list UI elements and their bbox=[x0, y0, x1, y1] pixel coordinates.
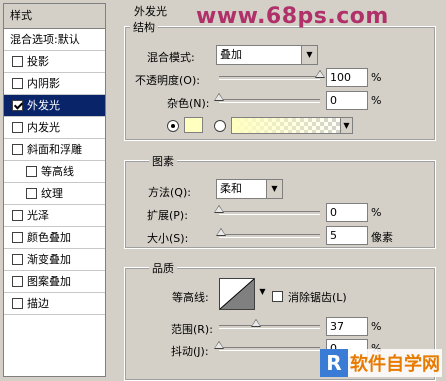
style-item-checkbox[interactable] bbox=[12, 210, 23, 221]
spread-slider[interactable] bbox=[219, 211, 320, 215]
logo-mark: R bbox=[320, 349, 348, 377]
contour-picker[interactable] bbox=[219, 278, 255, 310]
spread-label: 扩展(P): bbox=[147, 209, 188, 222]
glow-color-swatch[interactable] bbox=[184, 117, 203, 133]
contour-label: 等高线: bbox=[172, 291, 209, 304]
style-item-checkbox[interactable] bbox=[12, 100, 23, 111]
solid-color-radio[interactable] bbox=[167, 120, 179, 132]
gradient-radio[interactable] bbox=[214, 120, 226, 132]
style-item-checkbox[interactable] bbox=[12, 232, 23, 243]
style-item-label: 渐变叠加 bbox=[27, 253, 71, 266]
style-item[interactable]: 外发光 bbox=[4, 95, 105, 117]
noise-field[interactable]: 0 bbox=[326, 91, 368, 110]
style-item-checkbox[interactable] bbox=[12, 56, 23, 67]
range-field[interactable]: 37 bbox=[326, 317, 368, 336]
styles-header[interactable]: 样式 bbox=[4, 4, 105, 29]
style-item-label: 内发光 bbox=[27, 121, 60, 134]
opacity-slider[interactable] bbox=[219, 76, 320, 80]
style-item-checkbox[interactable] bbox=[26, 188, 37, 199]
range-label: 范围(R): bbox=[171, 323, 213, 336]
chevron-down-icon: ▼ bbox=[340, 118, 352, 133]
range-slider-thumb[interactable] bbox=[251, 319, 262, 327]
jitter-slider[interactable] bbox=[219, 347, 320, 351]
blend-options-item[interactable]: 混合选项:默认 bbox=[4, 29, 105, 51]
range-unit: % bbox=[371, 320, 382, 333]
quality-title: 品质 bbox=[149, 260, 177, 276]
site-watermark: www.68ps.com bbox=[196, 4, 389, 29]
style-item-checkbox[interactable] bbox=[12, 254, 23, 265]
style-item-label: 光泽 bbox=[27, 209, 49, 222]
style-item[interactable]: 等高线 bbox=[4, 161, 105, 183]
size-label: 大小(S): bbox=[147, 232, 189, 245]
blend-mode-select[interactable]: 叠加 ▼ bbox=[216, 45, 318, 65]
noise-unit: % bbox=[371, 94, 382, 107]
chevron-down-icon: ▼ bbox=[266, 180, 282, 198]
antialias-label: 消除锯齿(L) bbox=[288, 291, 347, 304]
style-item-checkbox[interactable] bbox=[12, 122, 23, 133]
style-item-label: 颜色叠加 bbox=[27, 231, 71, 244]
style-item-checkbox[interactable] bbox=[12, 276, 23, 287]
jitter-label: 抖动(J): bbox=[171, 345, 209, 358]
style-item[interactable]: 投影 bbox=[4, 51, 105, 73]
style-item-checkbox[interactable] bbox=[12, 144, 23, 155]
spread-field[interactable]: 0 bbox=[326, 203, 368, 222]
style-item[interactable]: 内发光 bbox=[4, 117, 105, 139]
contour-chevron-down-icon[interactable]: ▼ bbox=[257, 287, 268, 303]
style-item[interactable]: 内阴影 bbox=[4, 73, 105, 95]
style-item[interactable]: 纹理 bbox=[4, 183, 105, 205]
size-unit: 像素 bbox=[371, 231, 393, 244]
technique-select[interactable]: 柔和 ▼ bbox=[216, 179, 283, 199]
site-logo: R 软件自学网 bbox=[320, 349, 442, 377]
opacity-field[interactable]: 100 bbox=[326, 68, 368, 87]
logo-text: 软件自学网 bbox=[350, 354, 440, 375]
style-item-checkbox[interactable] bbox=[26, 166, 37, 177]
style-item-label: 斜面和浮雕 bbox=[27, 143, 82, 156]
style-item-label: 内阴影 bbox=[27, 77, 60, 90]
style-item[interactable]: 光泽 bbox=[4, 205, 105, 227]
style-item[interactable]: 图案叠加 bbox=[4, 271, 105, 293]
blend-mode-label: 混合模式: bbox=[147, 51, 195, 64]
size-slider[interactable] bbox=[219, 234, 320, 238]
outer-glow-title: 外发光 bbox=[134, 5, 167, 18]
style-item-label: 图案叠加 bbox=[27, 275, 71, 288]
range-slider[interactable] bbox=[219, 325, 320, 329]
style-item[interactable]: 斜面和浮雕 bbox=[4, 139, 105, 161]
blend-mode-value: 叠加 bbox=[220, 48, 242, 61]
style-item[interactable]: 描边 bbox=[4, 293, 105, 315]
style-item-label: 投影 bbox=[27, 55, 49, 68]
chevron-down-icon: ▼ bbox=[301, 46, 317, 64]
style-item-checkbox[interactable] bbox=[12, 298, 23, 309]
spread-slider-thumb[interactable] bbox=[214, 205, 224, 213]
noise-label: 杂色(N): bbox=[167, 97, 210, 110]
style-item-checkbox[interactable] bbox=[12, 78, 23, 89]
noise-slider[interactable] bbox=[219, 99, 320, 103]
spread-unit: % bbox=[371, 206, 382, 219]
style-item[interactable]: 颜色叠加 bbox=[4, 227, 105, 249]
style-item-label: 描边 bbox=[27, 297, 49, 310]
gradient-picker[interactable]: ▼ bbox=[231, 117, 353, 134]
size-slider-thumb[interactable] bbox=[216, 228, 227, 236]
noise-slider-thumb[interactable] bbox=[214, 93, 224, 101]
style-item-label: 等高线 bbox=[41, 165, 74, 178]
style-item-label: 纹理 bbox=[41, 187, 63, 200]
elements-title: 图素 bbox=[149, 153, 177, 169]
size-field[interactable]: 5 bbox=[326, 226, 368, 245]
antialias-checkbox[interactable] bbox=[272, 291, 283, 302]
style-list: 样式 混合选项:默认 投影内阴影外发光内发光斜面和浮雕等高线纹理光泽颜色叠加渐变… bbox=[3, 3, 106, 377]
opacity-label: 不透明度(O): bbox=[135, 74, 200, 87]
jitter-slider-thumb[interactable] bbox=[214, 341, 224, 349]
contour-curve-icon bbox=[220, 279, 254, 309]
style-item-label: 外发光 bbox=[27, 99, 60, 112]
structure-title: 结构 bbox=[130, 19, 158, 35]
opacity-slider-thumb[interactable] bbox=[315, 70, 325, 78]
technique-label: 方法(Q): bbox=[148, 186, 191, 199]
style-item[interactable]: 渐变叠加 bbox=[4, 249, 105, 271]
technique-value: 柔和 bbox=[220, 182, 242, 195]
opacity-unit: % bbox=[371, 71, 382, 84]
